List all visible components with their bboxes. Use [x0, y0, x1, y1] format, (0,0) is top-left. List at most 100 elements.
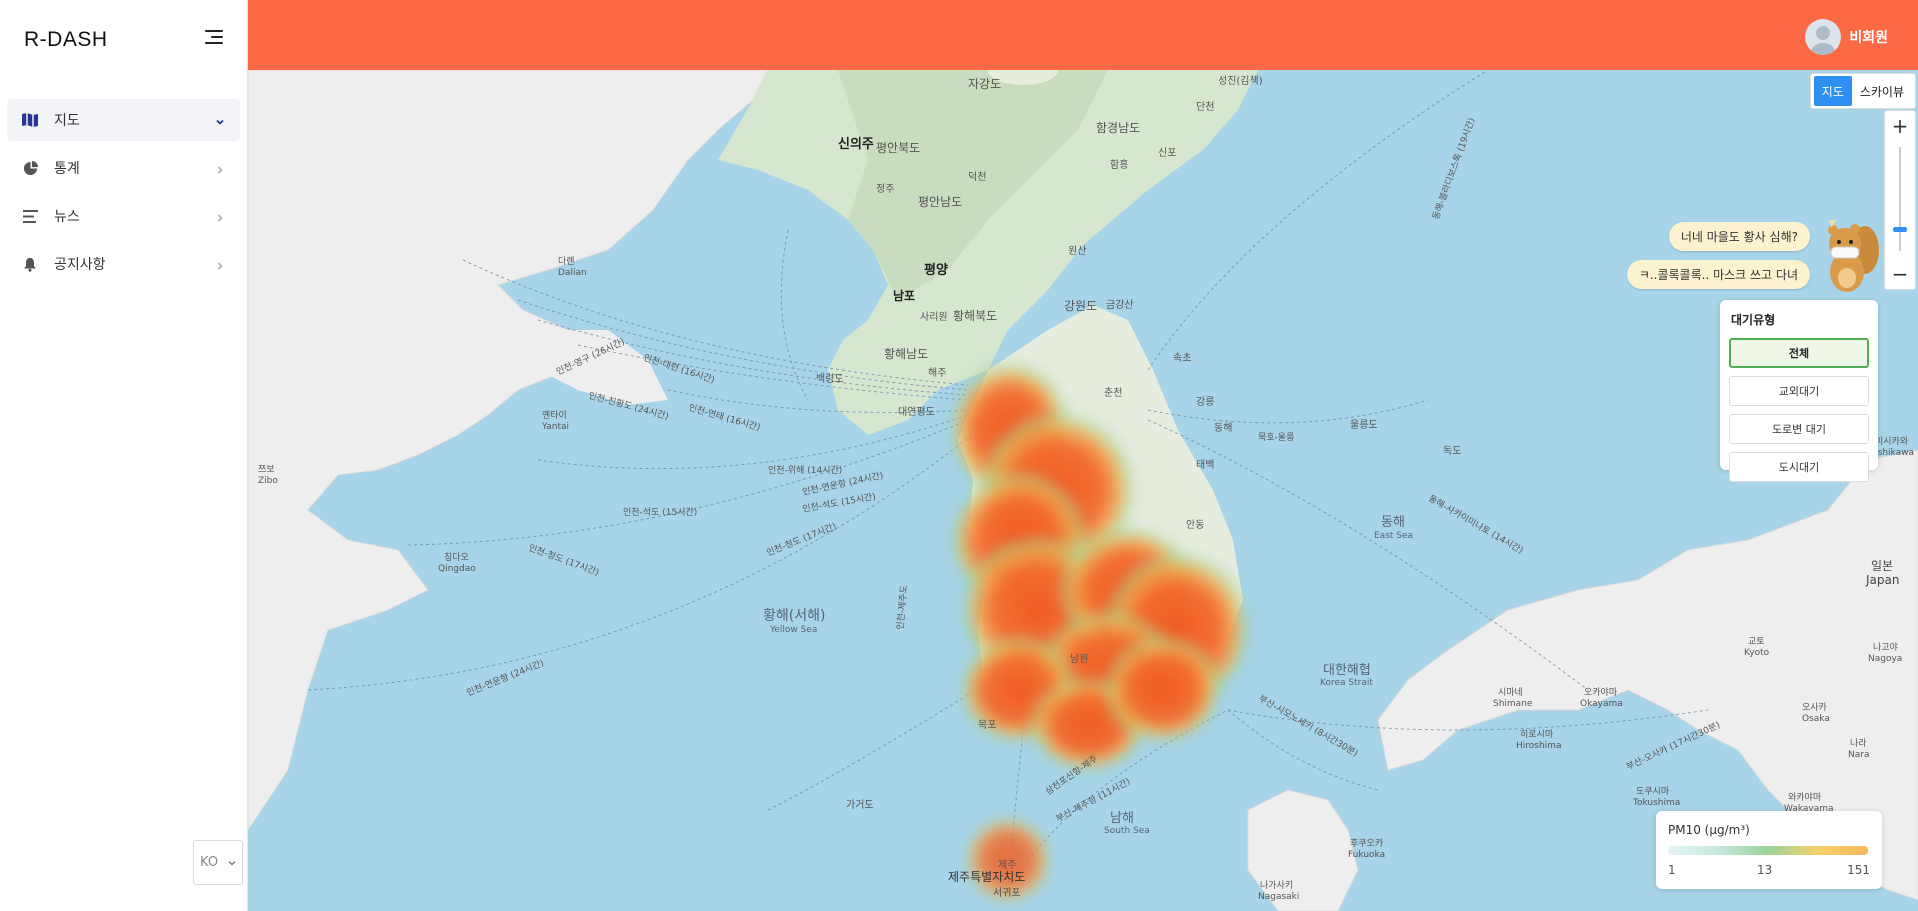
chevron-down-icon — [227, 857, 237, 867]
map-icon — [22, 112, 38, 128]
pm10-legend: PM10 (μg/m³) 1 13 151 — [1656, 811, 1882, 889]
sidebar-item-label: 통계 — [54, 161, 80, 177]
skyview-button[interactable]: 스카이뷰 — [1852, 76, 1912, 106]
map-label: 독도 — [1443, 445, 1461, 457]
chevron-right-icon — [214, 161, 226, 174]
map-label: 성진(김책) — [1218, 75, 1263, 87]
map-label: 칭다오 — [444, 552, 469, 563]
map-label: Nagoya — [1868, 654, 1902, 664]
map-label: 다롄 — [558, 256, 575, 267]
map-label: Tokushima — [1632, 798, 1680, 808]
map-label: 인천-석도 (15시간) — [623, 507, 697, 518]
heatmap-layer — [948, 360, 1253, 905]
map-label: 히로시마 — [1520, 729, 1554, 740]
map-label: 황해북도 — [953, 309, 997, 323]
map-label: 원산 — [1068, 245, 1086, 257]
map-label: 인천-제주도 — [895, 585, 910, 630]
chevron-down-icon — [214, 113, 226, 125]
map-label: 이시카와 — [1875, 435, 1908, 447]
zoom-slider-handle[interactable] — [1893, 227, 1907, 233]
map-label: 남포 — [893, 288, 915, 303]
top-header: 비회원 — [248, 0, 1918, 70]
map-label: 대한해협 — [1323, 663, 1371, 678]
bell-icon — [22, 256, 38, 272]
sidebar-item-map[interactable]: 지도 — [7, 99, 240, 141]
sidebar-item-label: 공지사항 — [54, 257, 106, 273]
air-type-urban-button[interactable]: 도시대기 — [1729, 452, 1869, 482]
map-label: 도쿠시마 — [1636, 786, 1670, 797]
map-label: 속초 — [1173, 352, 1191, 364]
map-label: Dalian — [558, 268, 587, 278]
map-label: 오카야마 — [1584, 687, 1618, 698]
legend-min: 1 — [1668, 863, 1676, 877]
map-label: 신의주 — [838, 136, 874, 152]
map-view-button[interactable]: 지도 — [1813, 76, 1852, 106]
map-label: 자강도 — [968, 77, 1001, 91]
sidebar-item-label: 지도 — [54, 113, 80, 129]
legend-title: PM10 (μg/m³) — [1668, 823, 1750, 837]
map-label: 후쿠오카 — [1350, 838, 1383, 849]
legend-gradient-bar — [1668, 846, 1868, 855]
map-label: 옌타이 — [542, 410, 567, 421]
map-label: 강원도 — [1064, 299, 1097, 313]
map-label: 교토 — [1748, 637, 1765, 647]
menu-toggle-icon[interactable] — [205, 30, 225, 46]
map-label: 동해 — [1214, 421, 1232, 434]
map-label: 나고야 — [1873, 642, 1898, 653]
map-label: 춘천 — [1104, 387, 1122, 399]
air-type-suburban-button[interactable]: 교외대기 — [1729, 376, 1869, 406]
sidebar-item-news[interactable]: 뉴스 — [7, 195, 240, 237]
map-label: 묵호-울릉 — [1258, 432, 1294, 443]
map-label: 인천-연운항 (24시간) — [465, 658, 546, 699]
map-label: East Sea — [1374, 531, 1413, 541]
sidebar: R-DASH 지도 통계 뉴스 공지사항 KO — [0, 0, 248, 911]
map-label: 함경남도 — [1096, 121, 1140, 135]
map-label: Nara — [1848, 750, 1869, 760]
legend-mid: 13 — [1757, 863, 1773, 877]
chevron-right-icon — [214, 257, 226, 270]
squirrel-mascot-icon — [1821, 220, 1881, 295]
map-label: Yantai — [541, 422, 569, 432]
map-label: 동해-사카이미나토 (14시간) — [1427, 493, 1526, 556]
map-label: 대연평도 — [898, 406, 935, 418]
language-value: KO — [200, 855, 219, 870]
map-label: 태백 — [1196, 459, 1214, 471]
map-label: South Sea — [1104, 826, 1150, 836]
map-label: Korea Strait — [1320, 678, 1373, 688]
map-label: 평안남도 — [918, 195, 962, 209]
map-label: 평안북도 — [876, 141, 920, 155]
language-select[interactable]: KO — [193, 840, 243, 885]
map-label: 나라 — [1850, 738, 1867, 749]
chevron-right-icon — [214, 209, 226, 222]
sidebar-item-stats[interactable]: 통계 — [7, 147, 240, 189]
map-label: 제주 — [998, 859, 1016, 871]
avatar — [1805, 19, 1842, 55]
zoom-out-button[interactable]: − — [1885, 259, 1915, 289]
map-label: Fukuoka — [1348, 850, 1385, 860]
sidebar-item-notice[interactable]: 공지사항 — [7, 243, 240, 285]
air-type-all-button[interactable]: 전체 — [1729, 338, 1869, 368]
map-label: 황해(서해) — [763, 608, 825, 624]
zoom-control: + − — [1884, 110, 1916, 290]
map-label: 남원 — [1070, 653, 1088, 665]
map-label: 황해남도 — [884, 347, 928, 361]
list-icon — [22, 208, 38, 224]
zoom-in-button[interactable]: + — [1885, 111, 1915, 141]
map-label: 해주 — [928, 366, 946, 379]
map-label: 동해 — [1381, 515, 1405, 530]
sidebar-item-label: 뉴스 — [54, 209, 80, 225]
brand-logo: R-DASH — [24, 28, 108, 51]
map-label: 인천-청도 (17시간) — [765, 521, 838, 559]
map-label: 나가사키 — [1260, 880, 1293, 891]
map-label: 쯔보 — [258, 464, 275, 475]
view-toggle: 지도 스카이뷰 — [1809, 73, 1916, 109]
map-label: 오사카 — [1802, 702, 1827, 713]
map-label: 동해-블라디보스톡 (19시간) — [1430, 116, 1477, 221]
map-label: 인천-연태 (16시간) — [687, 402, 761, 433]
air-type-roadside-button[interactable]: 도로변 대기 — [1729, 414, 1869, 444]
map-label: Kyoto — [1744, 648, 1770, 658]
user-menu[interactable]: 비회원 — [1805, 19, 1888, 55]
zoom-track[interactable] — [1899, 147, 1901, 251]
map-canvas[interactable]: 자강도 성진(김책) 단천 함경남도 함흥 신포 신의주 평안북도 정주 덕천 … — [248, 70, 1918, 911]
map-label: Japan — [1865, 573, 1899, 587]
